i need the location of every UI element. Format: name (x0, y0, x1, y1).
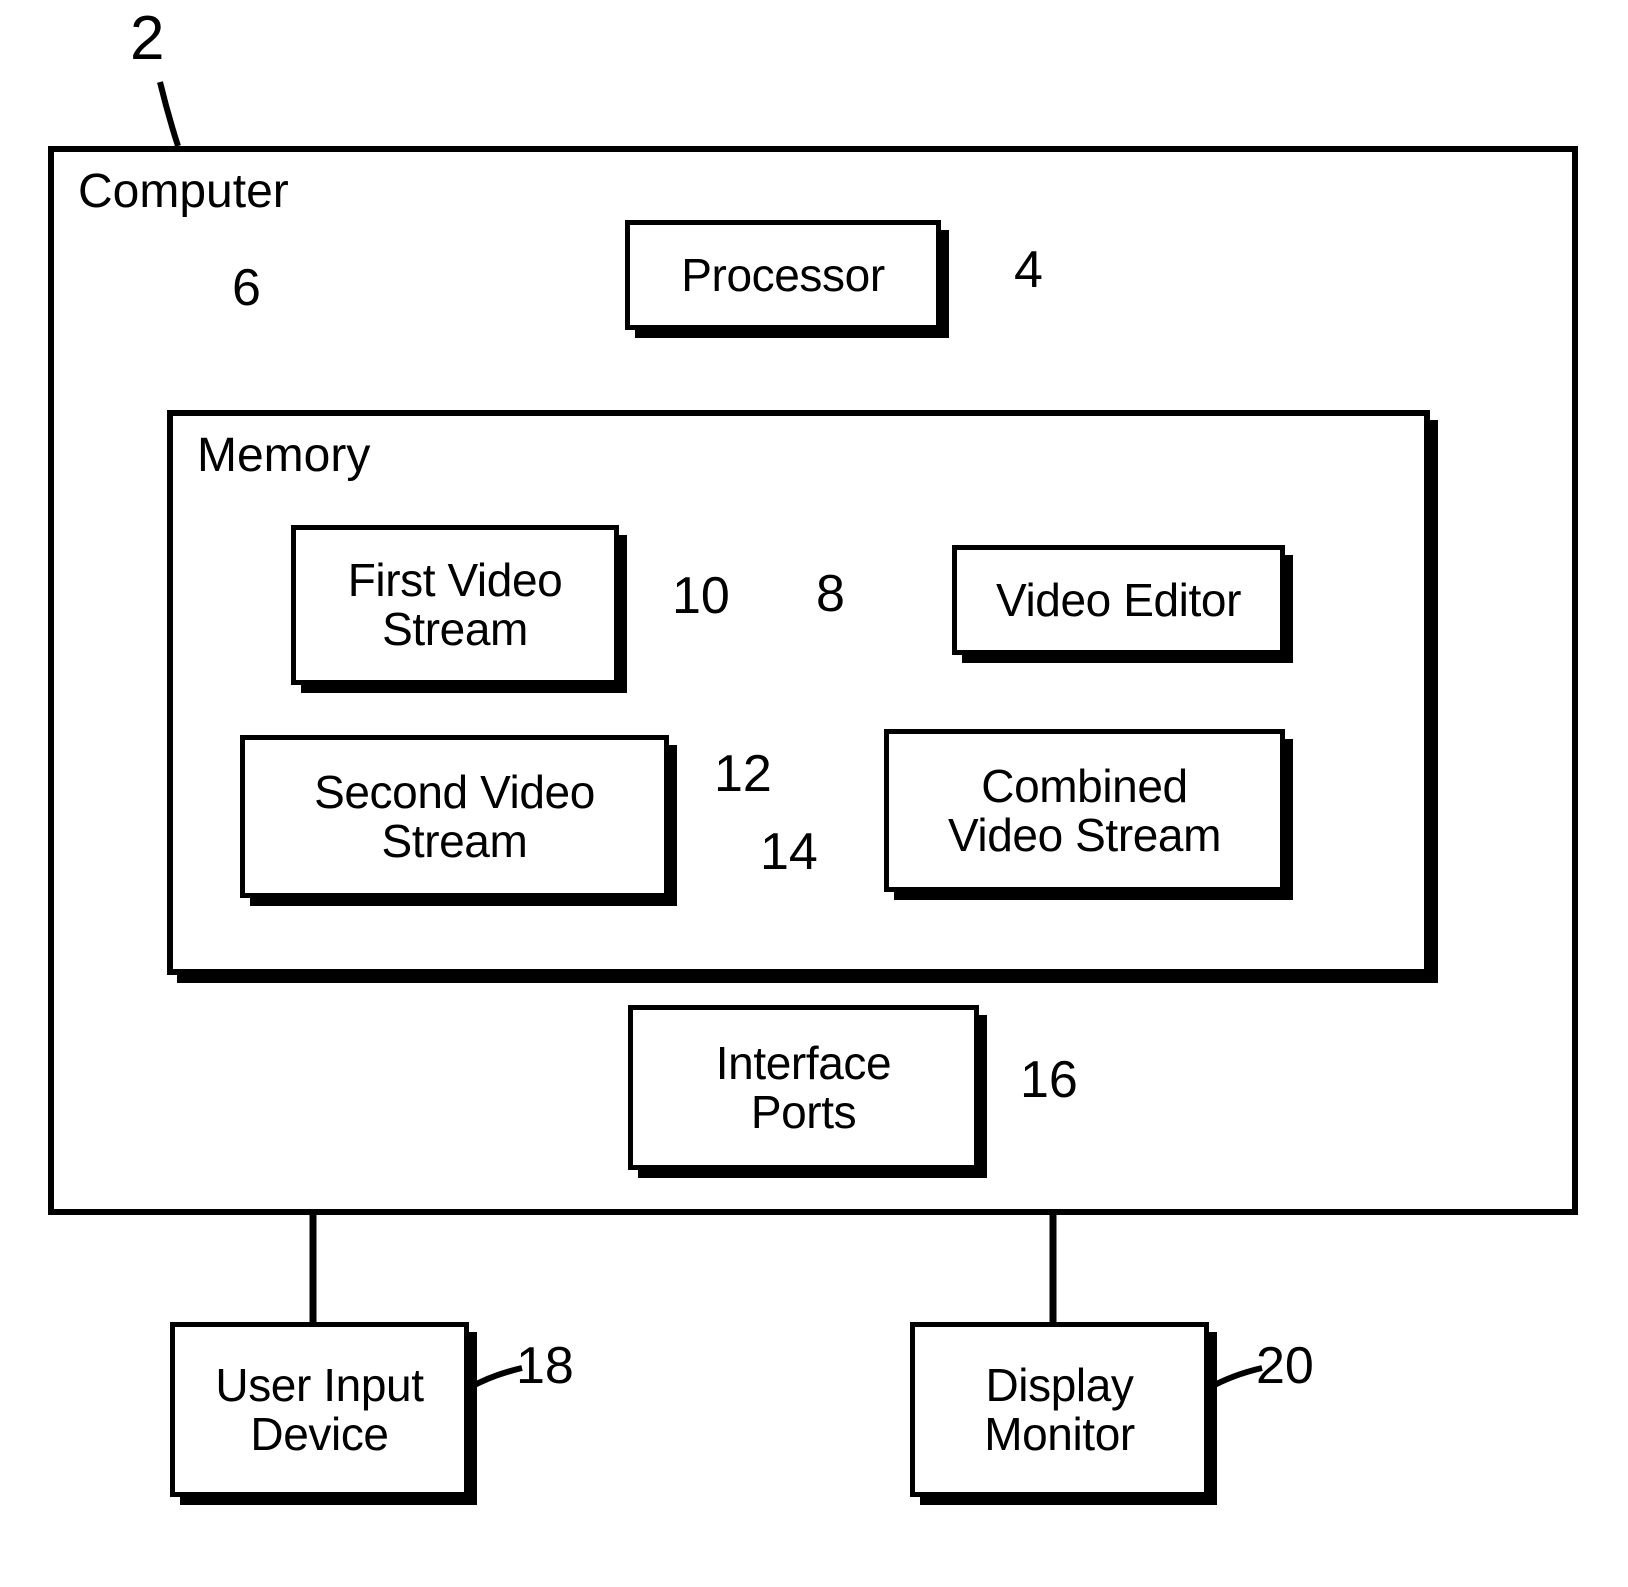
ref-numeral-memory: 6 (232, 259, 261, 317)
user-input-device-box[interactable]: User Input Device (170, 1322, 469, 1497)
second-video-stream-label: Second Video Stream (314, 765, 595, 867)
processor-label: Processor (681, 248, 885, 301)
first-video-stream-box[interactable]: First Video Stream (291, 525, 619, 685)
ref-numeral-combined-video-stream: 14 (760, 823, 818, 881)
interface-ports-label: Interface Ports (715, 1036, 892, 1138)
leader-line-user-input-device (467, 1365, 523, 1391)
display-monitor-box[interactable]: Display Monitor (910, 1322, 1209, 1497)
ref-numeral-display-monitor: 20 (1256, 1337, 1314, 1395)
ref-numeral-user-input-device: 18 (516, 1337, 574, 1395)
ref-numeral-second-video-stream: 12 (714, 745, 772, 803)
combined-video-stream-box[interactable]: Combined Video Stream (884, 729, 1285, 892)
ref-numeral-video-editor: 8 (816, 565, 845, 623)
first-video-stream-label: First Video Stream (347, 554, 563, 655)
display-monitor-label: Display Monitor (984, 1358, 1135, 1460)
memory-title: Memory (197, 429, 371, 482)
second-video-stream-box[interactable]: Second Video Stream (240, 735, 669, 898)
leader-line-computer (157, 81, 181, 147)
processor-box[interactable]: Processor (625, 220, 941, 330)
ref-numeral-first-video-stream: 10 (672, 567, 730, 625)
interface-ports-box[interactable]: Interface Ports (628, 1005, 979, 1170)
user-input-device-label: User Input Device (215, 1358, 424, 1460)
combined-video-stream-label: Combined Video Stream (947, 759, 1222, 861)
ref-numeral-computer: 2 (130, 4, 165, 73)
computer-title: Computer (78, 165, 289, 218)
ref-numeral-interface-ports: 16 (1020, 1051, 1078, 1109)
video-editor-box[interactable]: Video Editor (952, 545, 1285, 655)
ref-numeral-processor: 4 (1014, 241, 1043, 299)
leader-line-display-monitor (1207, 1365, 1263, 1391)
patent-figure: Computer Memory Processor First Video St… (0, 0, 1628, 1587)
video-editor-label: Video Editor (996, 573, 1241, 626)
